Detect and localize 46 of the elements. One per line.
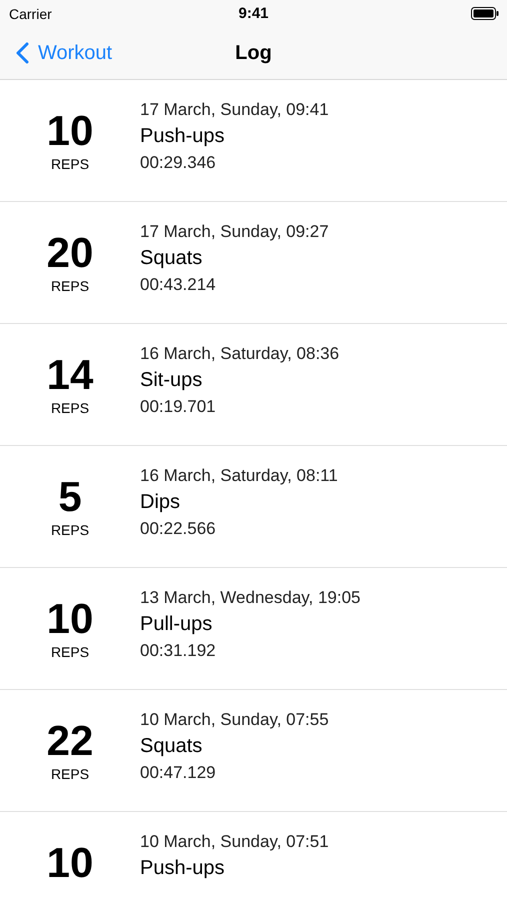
reps-label: REPS [50,400,90,416]
rep-count: 20 [46,230,94,276]
log-entry-row[interactable]: 10 REPS 13 March, Wednesday, 19:05 Pull-ups 00:31.192 [0,568,507,690]
log-entry-row[interactable]: 10 10 March, Sunday, 07:51 Push-ups [0,812,507,900]
back-chevron-icon [16,42,29,64]
entry-duration: 00:43.214 [140,275,217,295]
rep-count: 10 [46,840,94,886]
entry-date: 10 March, Sunday, 07:51 [140,832,329,852]
log-entry-row[interactable]: 10 REPS 17 March, Sunday, 09:41 Push-ups 00:29.346 [0,80,507,202]
exercise-name: Push-ups [140,857,226,880]
reps-label: REPS [50,278,90,294]
exercise-name: Squats [140,247,204,270]
log-entry-row[interactable]: 5 REPS 16 March, Saturday, 08:11 Dips 00:22.566 [0,446,507,568]
entry-date: 13 March, Wednesday, 19:05 [140,588,361,608]
entry-duration: 00:31.192 [140,641,217,661]
reps-label: REPS [50,766,90,782]
rep-count: 10 [46,108,94,154]
entry-date: 10 March, Sunday, 07:55 [140,710,329,730]
rep-count: 10 [46,596,94,642]
screen-title: Log [235,42,272,64]
entry-date: 17 March, Sunday, 09:27 [140,222,329,242]
exercise-name: Squats [140,735,204,758]
log-entry-row[interactable]: 20 REPS 17 March, Sunday, 09:27 Squats 00:43.214 [0,202,507,324]
status-time: 9:41 [238,5,269,22]
exercise-name: Pull-ups [140,613,214,636]
entry-duration: 00:22.566 [140,519,217,539]
reps-label: REPS [50,644,90,660]
back-button[interactable]: Workout [0,42,112,64]
entry-duration: 00:19.701 [140,397,217,417]
entry-date: 17 March, Sunday, 09:41 [140,100,329,120]
rep-count: 5 [58,474,82,520]
entry-date: 16 March, Saturday, 08:36 [140,344,340,364]
exercise-name: Sit-ups [140,369,204,392]
rep-count: 22 [46,718,94,764]
entry-duration: 00:47.129 [140,763,217,783]
exercise-name: Push-ups [140,125,226,148]
battery-icon [471,7,499,20]
reps-label: REPS [50,522,90,538]
reps-label: REPS [50,156,90,172]
exercise-name: Dips [140,491,182,514]
carrier-label: Carrier [9,6,52,22]
rep-count: 14 [46,352,94,398]
entry-duration: 00:29.346 [140,153,217,173]
entry-date: 16 March, Saturday, 08:11 [140,466,338,486]
log-entry-row[interactable]: 14 REPS 16 March, Saturday, 08:36 Sit-ups 00:19.701 [0,324,507,446]
log-entry-row[interactable]: 22 REPS 10 March, Sunday, 07:55 Squats 00:47.129 [0,690,507,812]
